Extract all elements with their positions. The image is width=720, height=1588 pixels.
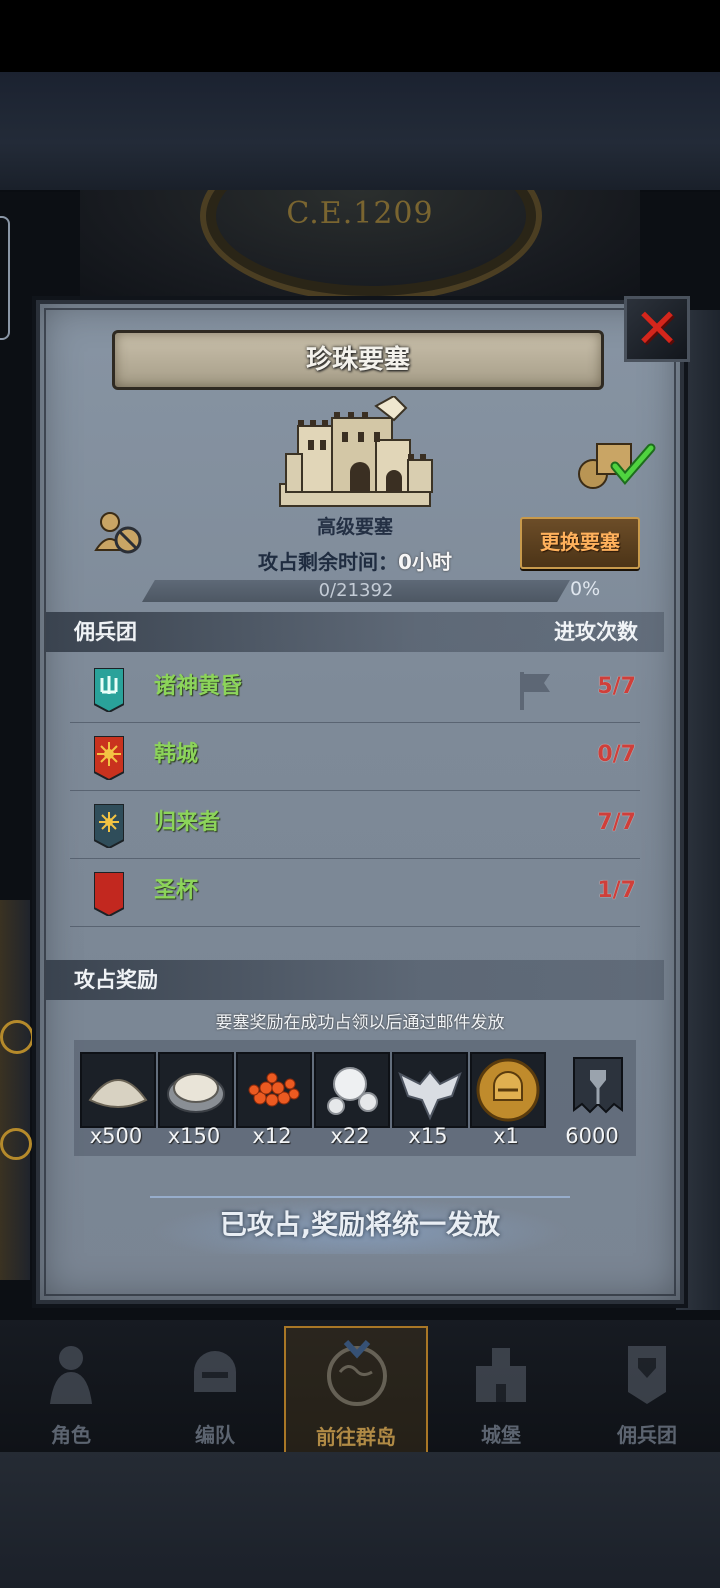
reward-qty: x500 <box>89 1124 143 1148</box>
reward-qty: x15 <box>408 1124 448 1148</box>
attack-count: 0/7 <box>597 742 636 767</box>
winged-emblem-icon[interactable] <box>392 1052 468 1128</box>
change-fortress-label: 更换要塞 <box>540 530 620 554</box>
change-fortress-button[interactable]: 更换要塞 <box>520 517 640 569</box>
reward-qty: x1 <box>493 1124 519 1148</box>
nav-formation[interactable]: 编队 <box>144 1326 286 1450</box>
status-message: 已攻占,奖励将统一发放 <box>150 1196 570 1254</box>
remaining-time-label: 攻占剩余时间： <box>258 550 399 574</box>
reward-qty: x150 <box>167 1124 221 1148</box>
mercenary-row[interactable]: 诸神黄昏 5/7 <box>70 654 640 723</box>
attack-count: 5/7 <box>597 674 636 699</box>
dialog-title: 珍珠要塞 <box>305 345 410 375</box>
attack-count: 1/7 <box>597 878 636 903</box>
attack-count-header: 进攻次数 <box>554 620 638 644</box>
world-map-icon <box>327 1340 387 1406</box>
flag-icon <box>520 672 550 710</box>
no-visitor-icon <box>94 512 142 554</box>
target-icon <box>0 1020 34 1054</box>
progress-text: 0/21392 <box>318 580 394 601</box>
mercenary-header: 佣兵团 进攻次数 <box>46 612 664 652</box>
search-icon <box>0 1128 32 1160</box>
close-x-icon: ✕ <box>634 297 680 360</box>
rewards-header-label: 攻占奖励 <box>74 968 158 992</box>
guild-emblem-icon <box>94 804 124 848</box>
mercenary-name: 归来者 <box>154 810 221 835</box>
nav-label: 城堡 <box>481 1423 521 1447</box>
mercenary-row[interactable]: 圣杯 1/7 <box>70 858 640 927</box>
knight-icon <box>50 1346 92 1404</box>
bottom-band <box>0 1452 720 1588</box>
nav-label: 编队 <box>195 1423 235 1447</box>
guild-emblem-icon <box>94 668 124 712</box>
progress-percent: 0% <box>570 578 601 600</box>
edge-tab <box>0 216 10 340</box>
status-bar <box>0 0 720 72</box>
rewards-note: 要塞奖励在成功占领以后通过邮件发放 <box>215 1013 505 1033</box>
remaining-time-value: 0小时 <box>398 550 452 574</box>
mercenary-row[interactable]: 韩城 0/7 <box>70 722 640 791</box>
mercenary-row[interactable]: 归来者 7/7 <box>70 790 640 859</box>
left-side-decor <box>0 900 34 1280</box>
mercenary-header-label: 佣兵团 <box>74 620 137 644</box>
pearls-icon[interactable] <box>314 1052 390 1128</box>
oyster-icon[interactable] <box>158 1052 234 1128</box>
mercenary-name: 韩城 <box>154 742 199 767</box>
supplies-check-icon[interactable] <box>575 436 659 492</box>
background-clock: C.E.1209 <box>80 190 640 310</box>
rewards-header: 攻占奖励 <box>46 960 664 1000</box>
mercenary-icon <box>628 1346 666 1404</box>
top-band <box>0 72 720 192</box>
nav-label: 前往群岛 <box>316 1425 396 1449</box>
nav-mercenary[interactable]: 佣兵团 <box>576 1326 718 1450</box>
reward-qty: 6000 <box>565 1124 619 1148</box>
nav-castle[interactable]: 城堡 <box>430 1326 572 1450</box>
fortress-level: 高级要塞 <box>316 516 393 538</box>
mercenary-name: 诸神黄昏 <box>154 674 243 699</box>
capture-progress-bar: 0/21392 <box>142 580 570 602</box>
fish-roe-icon[interactable] <box>236 1052 312 1128</box>
nav-label: 角色 <box>51 1423 91 1447</box>
nav-islands[interactable]: 前往群岛 <box>284 1326 428 1454</box>
nav-character[interactable]: 角色 <box>0 1326 142 1450</box>
castle-icon <box>476 1348 526 1402</box>
guild-banner-icon[interactable] <box>562 1052 634 1124</box>
guild-emblem-icon <box>94 872 124 916</box>
mercenary-name: 圣杯 <box>154 878 199 903</box>
remaining-time: 攻占剩余时间：0小时 <box>180 546 530 575</box>
year-label: C.E.1209 <box>286 196 434 231</box>
salt-pile-icon[interactable] <box>80 1052 156 1128</box>
reward-qty: x12 <box>252 1124 292 1148</box>
helmet-icon <box>194 1351 236 1392</box>
attack-count: 7/7 <box>597 810 636 835</box>
status-message-text: 已攻占,奖励将统一发放 <box>219 1210 501 1241</box>
close-button[interactable]: ✕ <box>624 296 690 362</box>
reward-qty: x22 <box>330 1124 370 1148</box>
guild-emblem-icon <box>94 736 124 780</box>
knight-helmet-coin-icon[interactable] <box>470 1052 546 1128</box>
title-banner: 珍珠要塞 <box>112 330 604 390</box>
fortress-castle-icon <box>279 396 433 507</box>
nav-label: 佣兵团 <box>617 1423 677 1447</box>
